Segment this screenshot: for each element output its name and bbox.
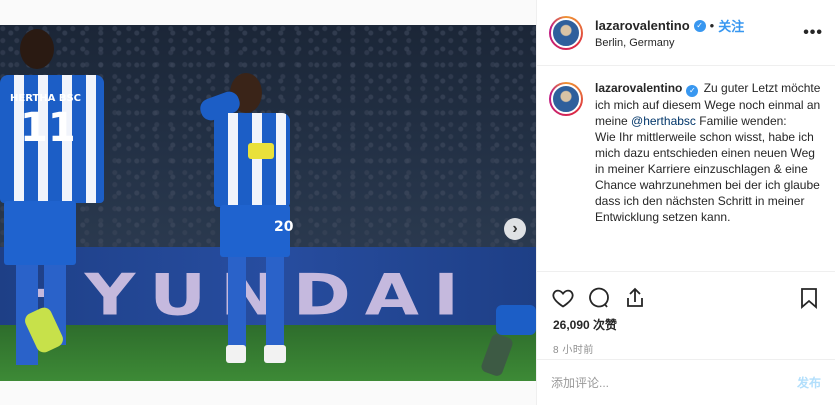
caption: lazarovalentino ✓ Zu guter Letzt möchte i…: [537, 66, 835, 272]
post-panel: lazarovalentino ✓ • 关注 Berlin, Germany •…: [536, 0, 835, 405]
player-main: 20: [196, 65, 306, 375]
post-time: 8 小时前: [553, 345, 594, 356]
caption-username[interactable]: lazarovalentino: [595, 81, 682, 95]
share-icon[interactable]: [623, 286, 647, 310]
verified-badge-icon: ✓: [693, 19, 706, 32]
player-left-team: HERTHA BSC: [10, 93, 82, 104]
comment-input[interactable]: [551, 375, 797, 390]
likes-count[interactable]: 26,090 次赞: [537, 316, 835, 333]
post-comment-button[interactable]: 发布: [797, 374, 821, 391]
heart-icon[interactable]: [551, 286, 575, 310]
caption-line-end: Familie wenden:: [695, 114, 787, 128]
more-options-icon[interactable]: •••: [803, 24, 823, 42]
location-link[interactable]: Berlin, Germany: [595, 37, 803, 49]
player-main-number: 20: [274, 219, 294, 235]
user-block: lazarovalentino ✓ • 关注 Berlin, Germany: [595, 16, 803, 49]
mention-link[interactable]: @herthabsc: [631, 114, 696, 128]
avatar[interactable]: [549, 82, 583, 116]
next-slide-button[interactable]: ›: [504, 218, 526, 240]
player-left: HERTHA BSC 11: [0, 25, 110, 381]
action-bar: [537, 272, 835, 314]
username-link[interactable]: lazarovalentino: [595, 18, 690, 33]
bookmark-icon[interactable]: [797, 286, 821, 310]
separator: •: [709, 18, 715, 33]
verified-badge-icon: ✓: [686, 85, 699, 97]
caption-text: lazarovalentino ✓ Zu guter Letzt möchte i…: [595, 80, 823, 271]
post-header: lazarovalentino ✓ • 关注 Berlin, Germany •…: [537, 0, 835, 66]
caption-body: Wie Ihr mittlerweile schon wisst, habe i…: [595, 130, 820, 224]
follow-button[interactable]: 关注: [718, 16, 744, 35]
player-right: [479, 265, 536, 381]
comment-bar: 发布: [537, 359, 835, 405]
avatar[interactable]: [549, 15, 583, 50]
player-left-number: 11: [20, 105, 76, 151]
post-photo[interactable]: HYUNDAI HERTHA BSC 11 20 ›: [0, 25, 536, 381]
comment-icon[interactable]: [587, 286, 611, 310]
